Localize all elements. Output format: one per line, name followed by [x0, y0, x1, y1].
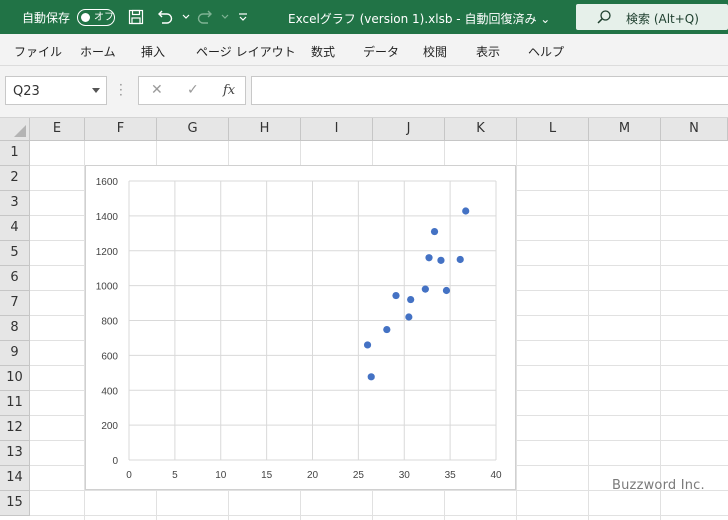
column-header-j[interactable]: J: [373, 118, 445, 141]
x-tick-label: 20: [307, 470, 319, 481]
tab-review[interactable]: 校閲: [423, 43, 447, 60]
x-tick-label: 40: [490, 470, 502, 481]
tab-page-layout[interactable]: ページ レイアウト: [196, 43, 296, 60]
name-box[interactable]: Q23: [5, 76, 107, 105]
row-header-15[interactable]: 15: [0, 491, 30, 516]
row-header-9[interactable]: 9: [0, 341, 30, 366]
data-point: [405, 313, 413, 321]
gridline: [588, 141, 589, 520]
column-header-l[interactable]: L: [517, 118, 589, 141]
column-header-k[interactable]: K: [445, 118, 517, 141]
undo-dropdown-icon[interactable]: [176, 7, 196, 27]
x-tick-label: 5: [172, 470, 178, 481]
save-icon[interactable]: [126, 7, 146, 27]
data-point: [407, 295, 415, 304]
row-header-10[interactable]: 10: [0, 366, 30, 391]
tab-data[interactable]: データ: [363, 43, 399, 60]
watermark: Buzzword Inc.: [612, 478, 705, 493]
formula-buttons: ✕ ✓ fx: [138, 76, 246, 105]
x-tick-label: 30: [399, 470, 411, 481]
toggle-knob: [81, 13, 90, 22]
autosave-label: 自動保存: [22, 11, 71, 25]
enter-icon[interactable]: ✓: [187, 82, 199, 98]
search-box[interactable]: 検索 (Alt+Q): [576, 4, 728, 30]
data-point: [430, 227, 439, 236]
insert-function-icon[interactable]: fx: [223, 83, 235, 98]
more-options-icon[interactable]: · · ·: [119, 79, 123, 101]
redo-icon[interactable]: [195, 7, 215, 27]
data-point: [462, 207, 470, 215]
y-tick-label: 0: [112, 456, 118, 467]
column-header-i[interactable]: I: [301, 118, 373, 141]
data-point: [383, 325, 391, 334]
name-box-dropdown-icon[interactable]: [92, 88, 100, 93]
name-box-value: Q23: [13, 84, 40, 99]
y-tick-label: 1200: [96, 247, 119, 258]
column-header-m[interactable]: M: [589, 118, 661, 141]
data-point: [425, 254, 433, 262]
tab-insert[interactable]: 挿入: [141, 43, 165, 60]
formula-input[interactable]: [251, 76, 728, 105]
column-header-f[interactable]: F: [85, 118, 157, 141]
search-icon: [596, 9, 612, 28]
data-point: [437, 256, 445, 264]
search-label: 検索 (Alt+Q): [626, 12, 699, 26]
autosave-state: オフ: [94, 12, 114, 23]
cancel-icon[interactable]: ✕: [151, 82, 163, 98]
document-title[interactable]: Excelグラフ (version 1).xlsb - 自動回復済み ⌄: [288, 10, 550, 27]
data-point: [392, 291, 400, 300]
tab-view[interactable]: 表示: [476, 43, 500, 60]
column-header-h[interactable]: H: [229, 118, 301, 141]
redo-dropdown-icon[interactable]: [215, 7, 235, 27]
select-all-icon: [14, 125, 26, 137]
scatter-chart[interactable]: 0 200 400 600 800 1000 1200 1400 1600 0 5 10 15 20 25 3…: [85, 165, 516, 490]
x-tick-label: 0: [126, 470, 132, 481]
row-header-2[interactable]: 2: [0, 166, 30, 191]
data-point: [363, 341, 372, 349]
ribbon-tabs: ファイル ホーム 挿入 ページ レイアウト 数式 データ 校閲 表示 ヘルプ: [0, 34, 728, 66]
y-tick-label: 200: [101, 421, 118, 432]
data-point: [456, 255, 464, 264]
row-header-12[interactable]: 12: [0, 416, 30, 441]
tab-home[interactable]: ホーム: [80, 43, 116, 60]
row-header-5[interactable]: 5: [0, 241, 30, 266]
row-header-14[interactable]: 14: [0, 466, 30, 491]
tab-help[interactable]: ヘルプ: [528, 43, 564, 60]
select-all-button[interactable]: [0, 118, 30, 141]
x-tick-label: 35: [445, 470, 457, 481]
gridline: [660, 141, 661, 520]
x-tick-label: 15: [261, 470, 273, 481]
undo-icon[interactable]: [155, 7, 175, 27]
row-header-13[interactable]: 13: [0, 441, 30, 466]
row-header-6[interactable]: 6: [0, 266, 30, 291]
data-point: [442, 286, 451, 295]
data-point: [421, 285, 429, 293]
customize-toolbar-icon[interactable]: [233, 7, 253, 27]
formula-bar: Q23 · · · ✕ ✓ fx: [0, 66, 728, 118]
column-header-g[interactable]: G: [157, 118, 229, 141]
data-point: [367, 373, 375, 381]
autosave-toggle[interactable]: オフ: [77, 9, 115, 26]
column-header-e[interactable]: E: [30, 118, 85, 141]
y-tick-label: 1000: [96, 282, 119, 293]
x-tick-label: 10: [215, 470, 227, 481]
y-tick-label: 600: [101, 351, 118, 362]
x-tick-label: 25: [353, 470, 365, 481]
y-tick-label: 800: [101, 317, 118, 328]
row-header-8[interactable]: 8: [0, 316, 30, 341]
y-tick-label: 1600: [96, 177, 119, 188]
tab-formulas[interactable]: 数式: [311, 43, 335, 60]
gridline: [30, 515, 728, 516]
row-header-1[interactable]: 1: [0, 141, 30, 166]
tab-file[interactable]: ファイル: [14, 43, 62, 60]
y-tick-label: 400: [101, 386, 118, 397]
y-tick-label: 1400: [96, 212, 119, 223]
title-bar: 自動保存 オフ Excelグラフ (version 1).xlsb - 自動回復…: [0, 0, 728, 34]
row-header-7[interactable]: 7: [0, 291, 30, 316]
row-header-11[interactable]: 11: [0, 391, 30, 416]
column-header-n[interactable]: N: [661, 118, 728, 141]
chart-plot: 0 200 400 600 800 1000 1200 1400 1600 0 5 10 15 20 25 3…: [96, 177, 502, 481]
row-header-4[interactable]: 4: [0, 216, 30, 241]
row-header-3[interactable]: 3: [0, 191, 30, 216]
